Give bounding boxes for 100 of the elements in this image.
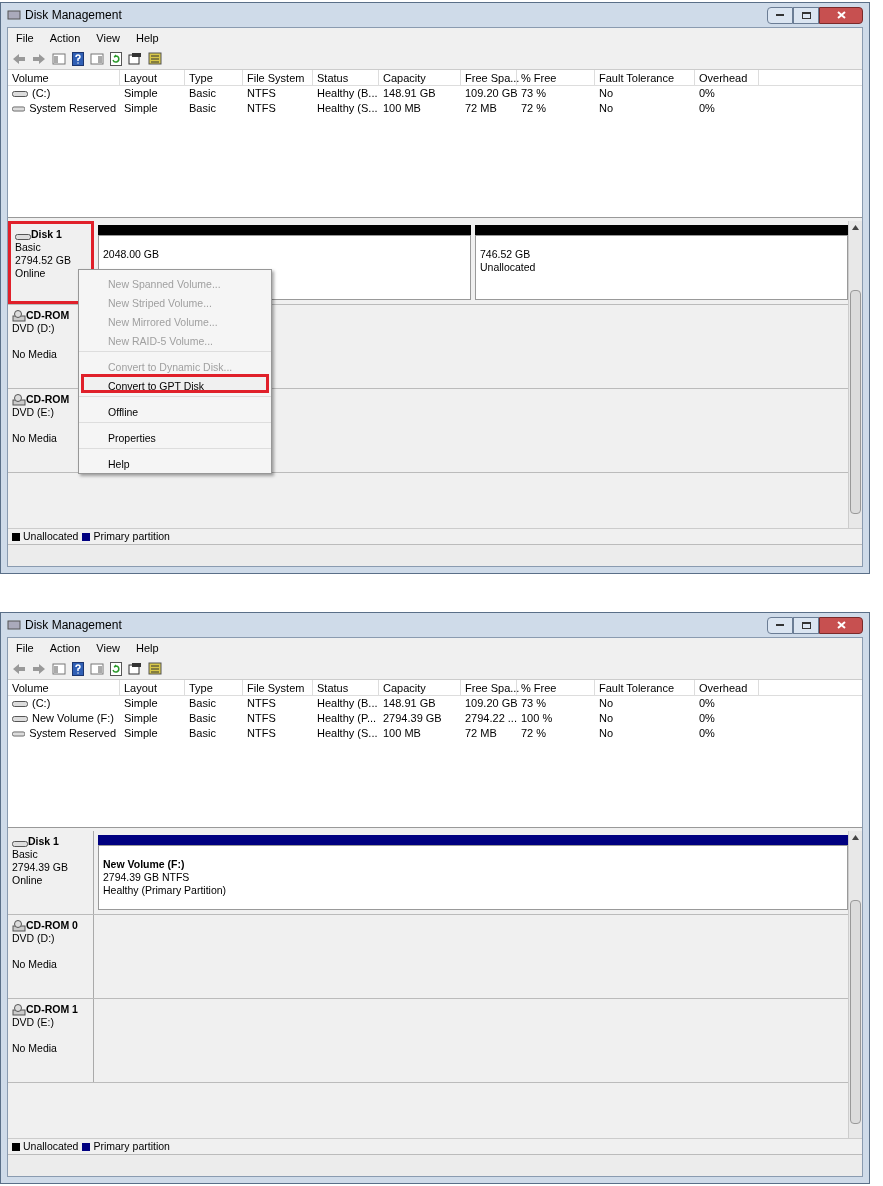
column-header[interactable]: Status <box>313 70 379 85</box>
table-cell: NTFS <box>247 711 276 726</box>
properties-icon[interactable] <box>128 52 142 65</box>
column-header[interactable]: Fault Tolerance <box>595 680 695 695</box>
table-cell: Simple <box>124 726 158 741</box>
disk-drive-icon <box>12 840 28 848</box>
table-cell: Basic <box>189 101 216 116</box>
minimize-button[interactable] <box>767 6 793 24</box>
disk-name: Disk 1 <box>28 835 59 848</box>
column-header[interactable]: % Free <box>517 680 595 695</box>
table-cell: No <box>599 696 614 711</box>
column-header[interactable]: Type <box>185 680 243 695</box>
column-header[interactable]: Status <box>313 680 379 695</box>
table-cell: 100 MB <box>383 726 421 741</box>
column-header[interactable]: Layout <box>120 70 185 85</box>
column-header[interactable]: Capacity <box>379 70 461 85</box>
cd-drive-icon <box>12 920 26 932</box>
close-icon <box>836 621 846 629</box>
scroll-thumb[interactable] <box>850 290 861 514</box>
menu-item[interactable]: Action <box>49 639 81 657</box>
scrollbar[interactable] <box>848 831 862 1138</box>
disk-drive-icon <box>12 699 28 708</box>
column-header[interactable]: Type <box>185 70 243 85</box>
help-icon[interactable] <box>72 51 84 66</box>
column-header[interactable]: File System <box>243 680 313 695</box>
table-cell: No <box>599 101 614 116</box>
partition-box[interactable]: New Volume (F:) 2794.39 GB NTFS Healthy (Primary Partition) <box>98 845 848 910</box>
disk-label-panel[interactable]: CD-ROM 0 DVD (D:) No Media <box>8 915 94 998</box>
disk-drive-icon <box>12 104 26 113</box>
column-header[interactable]: Capacity <box>379 680 461 695</box>
disk-label-panel[interactable]: CD-ROM 1 DVD (E:) No Media <box>8 999 94 1082</box>
scroll-up-arrow[interactable] <box>852 225 859 230</box>
table-cell: Healthy (S... <box>317 101 378 116</box>
cd-drive-icon <box>12 310 26 322</box>
menu-item[interactable]: File <box>16 639 34 657</box>
menu-item[interactable]: Help <box>135 29 159 47</box>
column-header[interactable]: Layout <box>120 680 185 695</box>
column-header[interactable]: Volume <box>8 680 120 695</box>
menu-item[interactable]: File <box>16 29 34 47</box>
table-cell: 100 MB <box>383 101 421 116</box>
disk-info: DVD (E:) <box>12 1016 55 1029</box>
partition-name: New Volume (F:) <box>103 858 186 871</box>
menu-item[interactable]: Action <box>49 29 81 47</box>
disk-info: No Media <box>12 432 58 445</box>
properties-icon[interactable] <box>128 662 142 675</box>
column-header[interactable]: Free Spa... <box>461 680 517 695</box>
table-cell: Simple <box>124 101 158 116</box>
close-button[interactable] <box>819 616 863 634</box>
table-cell: 0% <box>699 101 715 116</box>
context-menu-item[interactable]: Convert to GPT Disk <box>81 374 269 393</box>
table-cell: 2794.22 ... <box>465 711 517 726</box>
column-header[interactable]: % Free <box>517 70 595 85</box>
column-header[interactable]: Free Spa... <box>461 70 517 85</box>
legend-label: Unallocated <box>23 528 79 544</box>
disk-settings-icon[interactable] <box>148 662 162 675</box>
table-cell: System Reserved <box>29 726 116 741</box>
refresh-icon[interactable] <box>110 51 122 66</box>
partition-info: 746.52 GB <box>480 248 532 261</box>
refresh-icon[interactable] <box>110 661 122 676</box>
maximize-button[interactable] <box>793 616 819 634</box>
table-cell: NTFS <box>247 726 276 741</box>
column-header[interactable]: File System <box>243 70 313 85</box>
window-title: Disk Management <box>25 617 122 634</box>
scrollbar[interactable] <box>848 221 862 528</box>
table-cell: 73 % <box>521 86 547 101</box>
partition-box[interactable]: 746.52 GB Unallocated <box>475 235 848 300</box>
table-cell: No <box>599 726 614 741</box>
partition-info: Healthy (Primary Partition) <box>103 884 228 897</box>
disk-drive-icon <box>12 729 26 738</box>
scroll-thumb[interactable] <box>850 900 861 1124</box>
disk-settings-icon[interactable] <box>148 52 162 65</box>
partition-info: Unallocated <box>480 261 537 274</box>
menu-item[interactable]: Help <box>135 639 159 657</box>
close-button[interactable] <box>819 6 863 24</box>
scroll-up-arrow[interactable] <box>852 835 859 840</box>
minimize-button[interactable] <box>767 616 793 634</box>
table-cell: 148.91 GB <box>383 86 436 101</box>
disk-info: Online <box>15 267 47 280</box>
disk-name: CD-ROM 1 <box>26 1003 78 1016</box>
column-header[interactable]: Volume <box>8 70 120 85</box>
maximize-button[interactable] <box>793 6 819 24</box>
table-cell: 73 % <box>521 696 547 711</box>
disk-name: CD-ROM <box>26 309 70 322</box>
table-cell: 72 MB <box>465 726 497 741</box>
disk-info: No Media <box>12 958 58 971</box>
table-cell: Basic <box>189 711 216 726</box>
column-header[interactable]: Fault Tolerance <box>595 70 695 85</box>
cd-drive-icon <box>12 394 26 406</box>
table-cell: 0% <box>699 711 715 726</box>
disk-info: DVD (D:) <box>12 932 56 945</box>
disk-label-panel[interactable]: Disk 1 Basic 2794.39 GB Online <box>8 831 94 914</box>
menu-item[interactable]: View <box>96 29 120 47</box>
column-header[interactable]: Overhead <box>695 70 759 85</box>
disk-info: DVD (D:) <box>12 322 56 335</box>
disk-name: Disk 1 <box>31 228 62 241</box>
table-cell: NTFS <box>247 696 276 711</box>
column-header[interactable]: Overhead <box>695 680 759 695</box>
help-icon[interactable] <box>72 661 84 676</box>
menu-item[interactable]: View <box>96 639 120 657</box>
table-cell: 72 % <box>521 726 547 741</box>
